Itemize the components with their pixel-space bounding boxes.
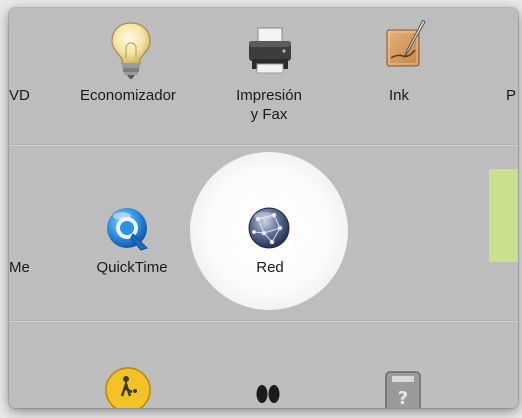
printer-icon bbox=[249, 27, 291, 74]
footprints-icon[interactable] bbox=[253, 380, 283, 408]
preferences-window: VD Economizador Impresión y Fax Ink P Me… bbox=[9, 8, 518, 408]
pref-pane-ink[interactable]: Ink bbox=[359, 86, 439, 105]
pref-pane-partial-p[interactable]: P bbox=[506, 86, 516, 105]
pref-pane-red[interactable]: Red bbox=[230, 258, 310, 277]
partial-pane-icon-green bbox=[489, 169, 518, 262]
pref-pane-label: P bbox=[506, 87, 517, 104]
pref-pane-economizador[interactable]: Economizador bbox=[61, 86, 195, 105]
pref-pane-label: VD bbox=[9, 87, 30, 104]
svg-text:?: ? bbox=[398, 388, 408, 408]
network-globe-icon bbox=[248, 207, 290, 249]
pref-pane-partial-me[interactable]: Me bbox=[9, 258, 30, 277]
preferences-row-internet: Me QuickTime Red bbox=[9, 144, 518, 320]
parental-controls-icon[interactable] bbox=[104, 366, 152, 408]
pref-pane-label: Me bbox=[9, 259, 30, 276]
pref-pane-label: Ink bbox=[388, 87, 409, 104]
pref-pane-label-line2: y Fax bbox=[250, 106, 288, 123]
pref-pane-quicktime[interactable]: QuickTime bbox=[77, 258, 187, 277]
disk-question-icon[interactable]: ? bbox=[384, 370, 424, 408]
pref-pane-label-line1: Impresión bbox=[236, 87, 302, 104]
pref-pane-impresion-fax[interactable]: Impresión y Fax bbox=[204, 86, 334, 124]
quicktime-icon bbox=[107, 208, 148, 251]
preferences-row-hardware: VD Economizador Impresión y Fax Ink P bbox=[9, 8, 518, 144]
pref-pane-label: Economizador bbox=[80, 87, 176, 104]
ink-pen-icon bbox=[386, 20, 426, 67]
preferences-row-system: ? bbox=[9, 320, 518, 408]
pref-pane-label: Red bbox=[256, 259, 284, 276]
pref-pane-dvd-partial[interactable]: VD bbox=[9, 86, 30, 105]
pref-pane-label: QuickTime bbox=[96, 259, 168, 276]
lightbulb-icon bbox=[111, 22, 151, 79]
